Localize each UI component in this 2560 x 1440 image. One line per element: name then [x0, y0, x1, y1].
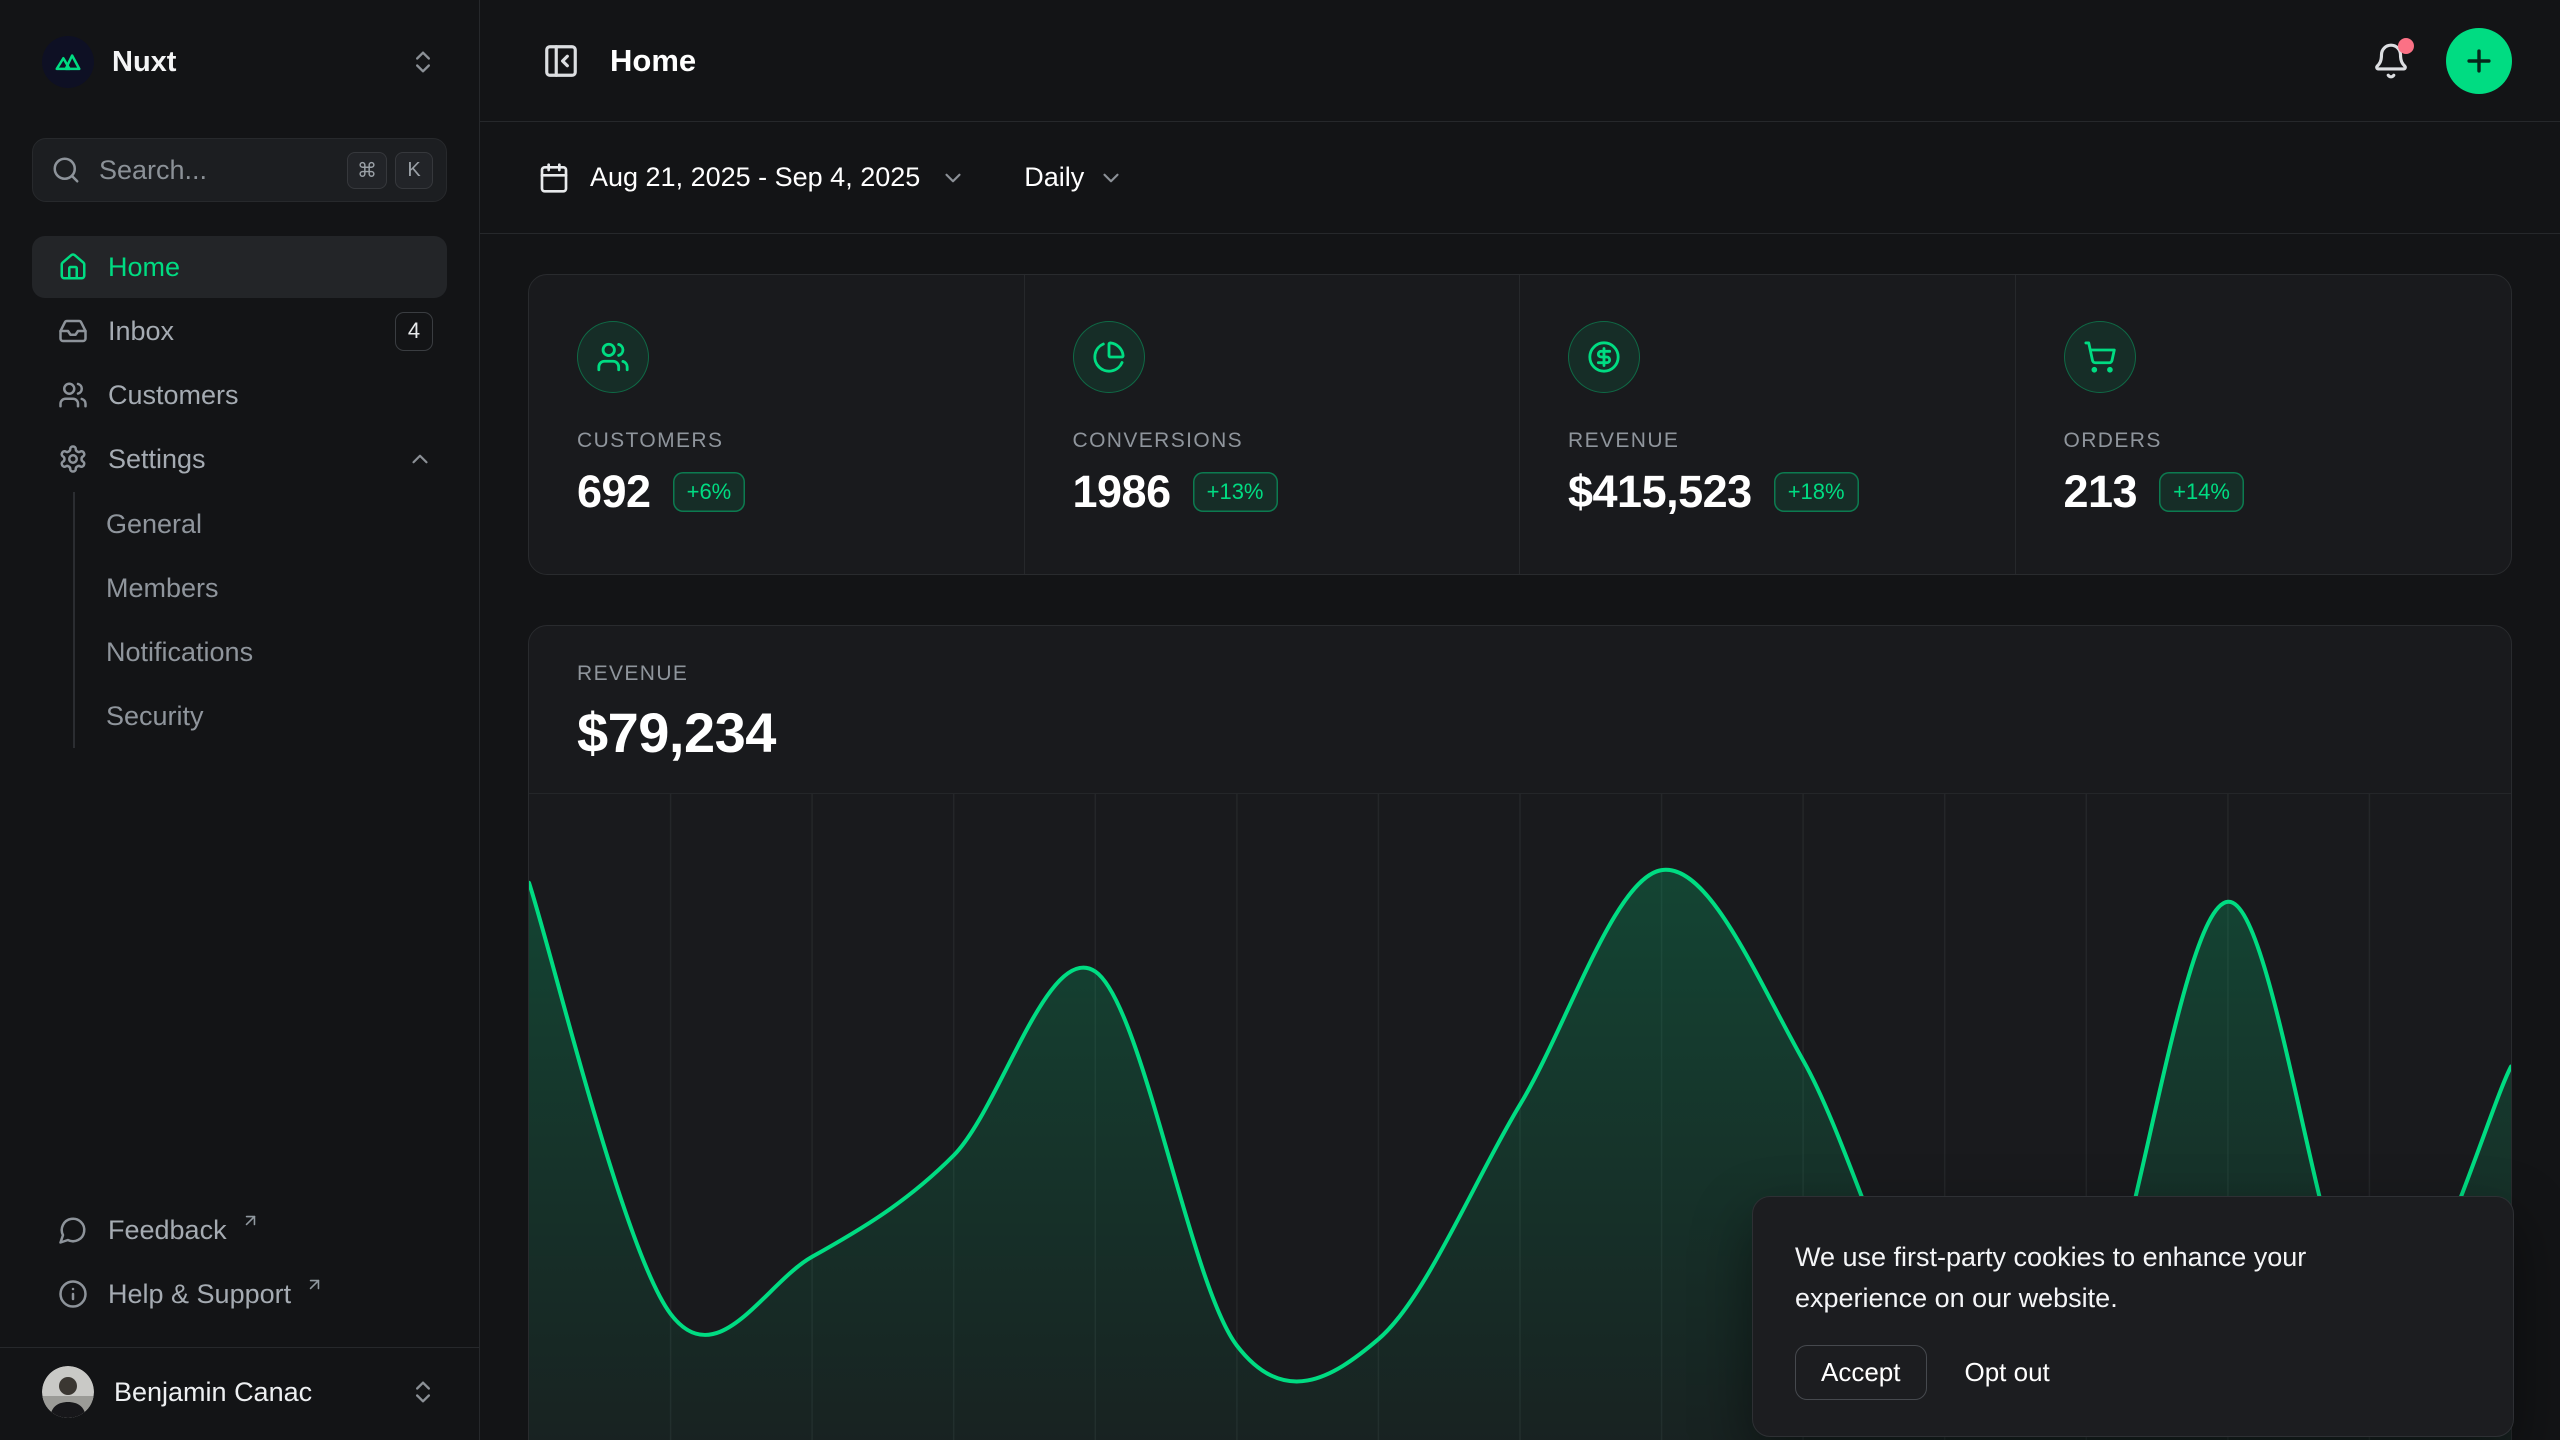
inbox-count-badge: 4: [395, 312, 433, 351]
search-placeholder: Search...: [99, 155, 329, 186]
user-menu[interactable]: Benjamin Canac: [32, 1360, 447, 1424]
header-actions: [2368, 28, 2512, 94]
plus-icon: [2462, 44, 2496, 78]
nuxt-logo: [42, 36, 94, 88]
stat-label: ORDERS: [2064, 429, 2464, 453]
notification-dot: [2398, 38, 2414, 54]
date-range-value: Aug 21, 2025 - Sep 4, 2025: [590, 162, 920, 193]
sidebar-item-label: Help & Support: [108, 1279, 291, 1310]
sidebar-divider: [0, 1347, 479, 1348]
revenue-chart-label: REVENUE: [577, 662, 2463, 686]
granularity-value: Daily: [1024, 162, 1084, 193]
sidebar-item-label: Feedback: [108, 1215, 227, 1246]
stat-label: REVENUE: [1568, 429, 1967, 453]
calendar-icon: [538, 162, 570, 194]
chevrons-up-down-icon: [409, 48, 437, 76]
message-circle-icon: [58, 1215, 88, 1245]
info-icon: [58, 1279, 88, 1309]
search-icon: [51, 155, 81, 185]
sidebar-item-security[interactable]: Security: [106, 684, 447, 748]
collapse-sidebar-button[interactable]: [538, 38, 584, 84]
accept-button[interactable]: Accept: [1795, 1345, 1927, 1400]
arrow-up-right-icon: [241, 1211, 260, 1230]
stats-card: CUSTOMERS 692 +6% CONVERSIONS 1986 +13%: [528, 274, 2512, 575]
sidebar-item-general[interactable]: General: [106, 492, 447, 556]
sidebar-item-members[interactable]: Members: [106, 556, 447, 620]
stat-orders[interactable]: ORDERS 213 +14%: [2016, 275, 2512, 574]
sidebar-item-help-support[interactable]: Help & Support: [32, 1263, 447, 1325]
arrow-up-right-icon: [305, 1275, 324, 1294]
page-title: Home: [610, 43, 696, 79]
sidebar-item-inbox[interactable]: Inbox 4: [32, 300, 447, 362]
search-input[interactable]: Search... ⌘ K: [32, 138, 447, 202]
sidebar-item-feedback[interactable]: Feedback: [32, 1199, 447, 1261]
sidebar-item-label: Inbox: [108, 316, 174, 347]
gear-icon: [58, 444, 88, 474]
chart-pie-icon: [1073, 321, 1145, 393]
chevron-down-icon: [1098, 165, 1124, 191]
revenue-chart-header: REVENUE $79,234: [529, 626, 2511, 793]
sidebar-item-notifications[interactable]: Notifications: [106, 620, 447, 684]
search-shortcut: ⌘ K: [347, 152, 433, 189]
home-icon: [58, 252, 88, 282]
stat-value: $415,523: [1568, 466, 1752, 518]
stat-customers[interactable]: CUSTOMERS 692 +6%: [529, 275, 1025, 574]
user-name: Benjamin Canac: [114, 1377, 312, 1408]
stat-delta-badge: +6%: [673, 472, 746, 512]
sidebar-item-settings[interactable]: Settings: [32, 428, 447, 490]
shopping-cart-icon: [2064, 321, 2136, 393]
stat-conversions[interactable]: CONVERSIONS 1986 +13%: [1025, 275, 1521, 574]
page-header: Home: [480, 0, 2560, 122]
cookie-actions: Accept Opt out: [1795, 1345, 2471, 1400]
sidebar-item-label: Settings: [108, 444, 206, 475]
sidebar-item-label: Home: [108, 252, 180, 283]
stat-value: 1986: [1073, 466, 1171, 518]
stat-delta-badge: +18%: [1774, 472, 1859, 512]
kbd-cmd: ⌘: [347, 152, 387, 189]
app-root: Nuxt Search... ⌘ K Home: [0, 0, 2560, 1440]
granularity-select[interactable]: Daily: [1024, 162, 1124, 193]
chevron-up-icon: [407, 446, 433, 472]
users-icon: [577, 321, 649, 393]
inbox-icon: [58, 316, 88, 346]
workspace-switcher[interactable]: Nuxt: [32, 30, 447, 94]
sidebar-nav: Home Inbox 4 Customers Settings: [32, 236, 447, 748]
sidebar: Nuxt Search... ⌘ K Home: [0, 0, 480, 1440]
notifications-button[interactable]: [2368, 38, 2414, 84]
cookie-banner: We use first-party cookies to enhance yo…: [1752, 1196, 2514, 1437]
sidebar-item-customers[interactable]: Customers: [32, 364, 447, 426]
kbd-k: K: [395, 152, 433, 189]
stat-delta-badge: +14%: [2159, 472, 2244, 512]
sidebar-item-label: Customers: [108, 380, 239, 411]
filters-toolbar: Aug 21, 2025 - Sep 4, 2025 Daily: [480, 122, 2560, 234]
stat-value: 692: [577, 466, 651, 518]
users-icon: [58, 380, 88, 410]
add-button[interactable]: [2446, 28, 2512, 94]
chevrons-up-down-icon: [409, 1378, 437, 1406]
stat-revenue[interactable]: REVENUE $415,523 +18%: [1520, 275, 2016, 574]
revenue-chart-value: $79,234: [577, 700, 2463, 765]
stat-delta-badge: +13%: [1193, 472, 1278, 512]
stat-label: CUSTOMERS: [577, 429, 976, 453]
workspace-name: Nuxt: [112, 46, 176, 79]
cookie-message: We use first-party cookies to enhance yo…: [1795, 1237, 2405, 1319]
panel-left-close-icon: [542, 42, 580, 80]
settings-subnav: General Members Notifications Security: [73, 492, 447, 748]
sidebar-item-home[interactable]: Home: [32, 236, 447, 298]
stat-value: 213: [2064, 466, 2138, 518]
avatar: [42, 1366, 94, 1418]
date-range-picker[interactable]: Aug 21, 2025 - Sep 4, 2025: [538, 162, 966, 194]
sidebar-spacer: [32, 748, 447, 1199]
opt-out-button[interactable]: Opt out: [1965, 1357, 2050, 1388]
stat-label: CONVERSIONS: [1073, 429, 1472, 453]
chevron-down-icon: [940, 165, 966, 191]
circle-dollar-icon: [1568, 321, 1640, 393]
